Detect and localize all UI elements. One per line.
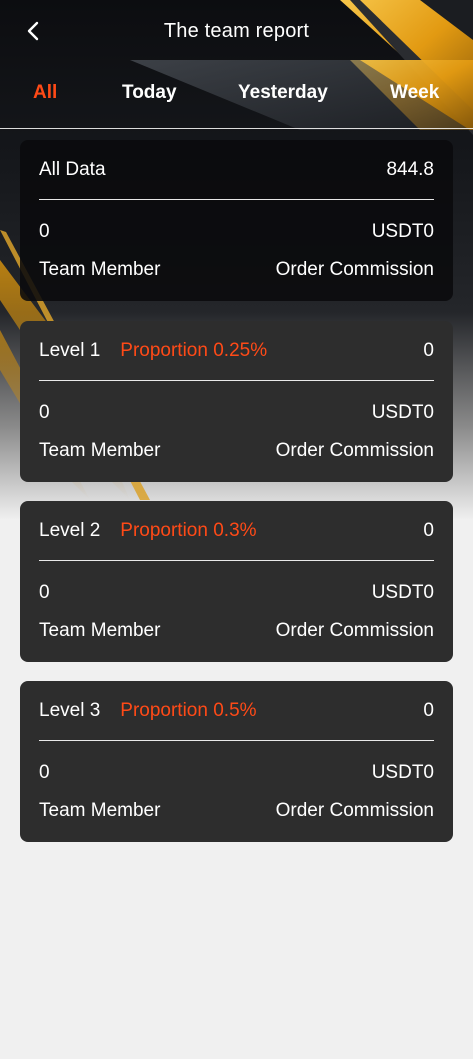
level-header-row: Level 2 Proportion 0.3% 0 bbox=[39, 501, 434, 561]
team-member-label: Team Member bbox=[39, 620, 161, 641]
chevron-left-icon bbox=[27, 21, 39, 41]
team-member-label: Team Member bbox=[39, 800, 161, 821]
level-header-row: Level 1 Proportion 0.25% 0 bbox=[39, 321, 434, 381]
summary-label: All Data bbox=[39, 158, 106, 180]
period-tabs: All Today Yesterday Week bbox=[0, 62, 473, 128]
tabs-divider bbox=[0, 128, 473, 129]
summary-labels-row: Team Member Order Commission bbox=[39, 259, 434, 281]
level-labels-row: Team Member Order Commission bbox=[39, 620, 434, 642]
summary-card: All Data 844.8 0 USDT0 Team Member Order… bbox=[20, 140, 453, 301]
team-member-label: Team Member bbox=[39, 259, 161, 280]
level-total: 0 bbox=[423, 699, 434, 721]
level-label: Level 1 bbox=[39, 339, 101, 361]
top-bar: The team report bbox=[0, 0, 473, 62]
level-labels-row: Team Member Order Commission bbox=[39, 800, 434, 822]
level-label: Level 2 bbox=[39, 519, 101, 541]
tab-week[interactable]: Week bbox=[390, 82, 439, 104]
order-commission-value: USDT0 bbox=[371, 402, 434, 423]
level-card-2: Level 2 Proportion 0.3% 0 0 USDT0 Team M… bbox=[20, 501, 453, 662]
order-commission-value: USDT0 bbox=[371, 582, 434, 603]
tab-all[interactable]: All bbox=[33, 82, 57, 104]
summary-values-row: 0 USDT0 bbox=[39, 221, 434, 243]
page-title: The team report bbox=[163, 19, 310, 42]
team-member-label: Team Member bbox=[39, 440, 161, 461]
level-card-3: Level 3 Proportion 0.5% 0 0 USDT0 Team M… bbox=[20, 681, 453, 842]
order-commission-label: Order Commission bbox=[275, 800, 434, 821]
summary-total: 844.8 bbox=[386, 158, 434, 180]
team-member-value: 0 bbox=[39, 762, 50, 783]
order-commission-label: Order Commission bbox=[275, 259, 434, 280]
tab-today[interactable]: Today bbox=[122, 82, 177, 104]
level-proportion: Proportion 0.5% bbox=[120, 699, 257, 721]
back-button[interactable] bbox=[18, 16, 48, 46]
level-proportion: Proportion 0.3% bbox=[120, 519, 257, 541]
tab-yesterday[interactable]: Yesterday bbox=[238, 82, 328, 104]
team-member-value: 0 bbox=[39, 402, 50, 423]
level-total: 0 bbox=[423, 519, 434, 541]
level-values-row: 0 USDT0 bbox=[39, 402, 434, 424]
level-labels-row: Team Member Order Commission bbox=[39, 440, 434, 462]
order-commission-value: USDT0 bbox=[371, 221, 434, 242]
level-proportion: Proportion 0.25% bbox=[120, 339, 268, 361]
level-values-row: 0 USDT0 bbox=[39, 762, 434, 784]
order-commission-label: Order Commission bbox=[275, 440, 434, 461]
level-label: Level 3 bbox=[39, 699, 101, 721]
team-member-value: 0 bbox=[39, 582, 50, 603]
level-values-row: 0 USDT0 bbox=[39, 582, 434, 604]
order-commission-label: Order Commission bbox=[275, 620, 434, 641]
level-card-1: Level 1 Proportion 0.25% 0 0 USDT0 Team … bbox=[20, 321, 453, 482]
summary-header-row: All Data 844.8 bbox=[39, 140, 434, 200]
order-commission-value: USDT0 bbox=[371, 762, 434, 783]
level-header-row: Level 3 Proportion 0.5% 0 bbox=[39, 681, 434, 741]
team-member-value: 0 bbox=[39, 221, 50, 242]
level-total: 0 bbox=[423, 339, 434, 361]
